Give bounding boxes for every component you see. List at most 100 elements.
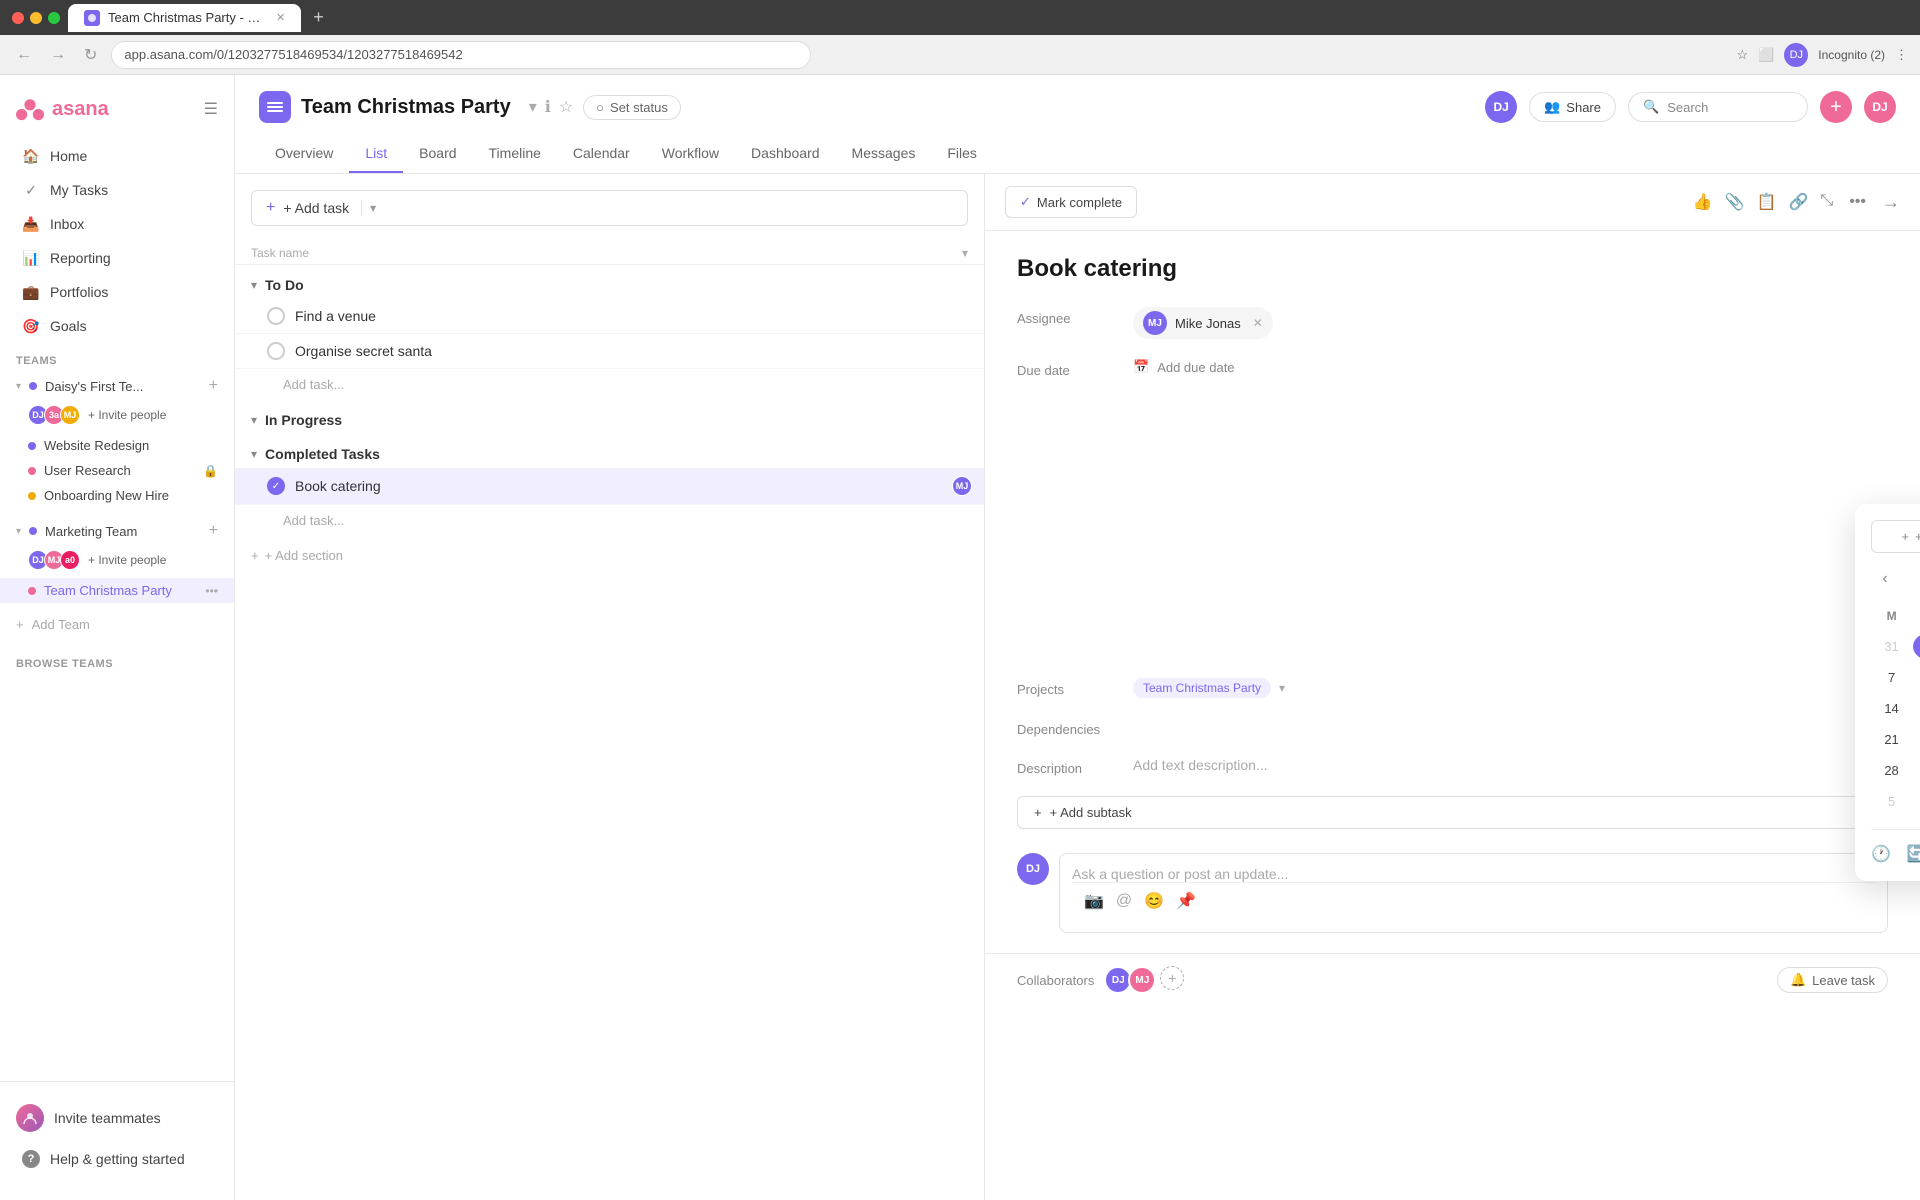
mark-complete-btn[interactable]: ✓ Mark complete	[1005, 186, 1137, 218]
cal-day-31[interactable]: 31	[1872, 632, 1911, 661]
forward-btn[interactable]: →	[46, 42, 70, 68]
bookmark-icon[interactable]: ☆	[1736, 47, 1748, 63]
search-btn[interactable]: 🔍 Search	[1628, 92, 1808, 122]
add-subtask-btn[interactable]: + + Add subtask	[1017, 796, 1888, 829]
expand-icon[interactable]: ⤡	[1820, 192, 1833, 212]
comment-mention-icon[interactable]: @	[1116, 892, 1132, 910]
team-item-daisy[interactable]: ▾ Daisy's First Te... +	[0, 371, 234, 401]
sort-icon[interactable]: ▾	[962, 246, 968, 260]
section-inprogress-header[interactable]: ▾ In Progress	[235, 400, 984, 434]
close-detail-icon[interactable]: →	[1882, 192, 1900, 213]
sidebar-nav-my-tasks[interactable]: ✓ My Tasks	[6, 173, 228, 207]
cal-day-8[interactable]: 8	[1913, 663, 1920, 692]
start-date-tab[interactable]: + + Start date	[1871, 520, 1920, 553]
team-item-marketing[interactable]: ▾ Marketing Team +	[0, 516, 234, 546]
task-row-catering[interactable]: ✓ Book catering MJ	[235, 468, 984, 505]
project-chip-christmas[interactable]: Team Christmas Party	[1133, 678, 1271, 698]
tab-board[interactable]: Board	[403, 135, 472, 173]
sidebar-menu-icon[interactable]: ☰	[204, 99, 218, 119]
maximize-window-btn[interactable]	[48, 12, 60, 24]
add-task-btn[interactable]: + + Add task ▾	[251, 190, 968, 226]
tab-files[interactable]: Files	[931, 135, 993, 173]
copy-icon[interactable]: 📋	[1757, 192, 1777, 212]
address-bar[interactable]: app.asana.com/0/1203277518469534/1203277…	[111, 41, 811, 69]
assignee-chip[interactable]: MJ Mike Jonas ✕	[1133, 307, 1273, 339]
cal-day-dec-5[interactable]: 5	[1872, 787, 1911, 816]
task-checkbox-catering[interactable]: ✓	[267, 477, 285, 495]
asana-logo[interactable]: asana	[16, 95, 109, 123]
help-btn[interactable]: ? Help & getting started	[6, 1142, 228, 1176]
project-dropdown-icon[interactable]: ▾	[529, 97, 537, 117]
add-task-todo-btn[interactable]: Add task...	[235, 369, 984, 400]
profile-icon[interactable]: DJ	[1784, 43, 1808, 67]
user-avatar-dj[interactable]: DJ	[1864, 91, 1896, 123]
invite-people-btn-daisy[interactable]: + Invite people	[88, 408, 166, 422]
set-status-btn[interactable]: ○ Set status	[583, 95, 681, 120]
invite-people-btn-marketing[interactable]: + Invite people	[88, 553, 166, 567]
minimize-window-btn[interactable]	[30, 12, 42, 24]
tab-dashboard[interactable]: Dashboard	[735, 135, 836, 173]
sidebar-nav-goals[interactable]: 🎯 Goals	[6, 309, 228, 343]
assignee-remove-btn[interactable]: ✕	[1253, 316, 1263, 330]
team-add-btn-daisy[interactable]: +	[209, 377, 218, 395]
tab-overview[interactable]: Overview	[259, 135, 349, 173]
comment-attachment-icon[interactable]: 📌	[1176, 891, 1196, 911]
detail-more-btn[interactable]: •••	[1849, 193, 1866, 211]
project-item-onboarding[interactable]: Onboarding New Hire	[0, 483, 234, 508]
project-menu-btn[interactable]	[259, 91, 291, 123]
project-more-icon[interactable]: •••	[205, 584, 218, 598]
add-task-dropdown-icon[interactable]: ▾	[361, 201, 376, 215]
cal-day-29[interactable]: 29	[1913, 756, 1920, 785]
user-avatar-header[interactable]: DJ	[1485, 91, 1517, 123]
collab-avatar-mj[interactable]: MJ	[1128, 966, 1156, 994]
cal-day-22[interactable]: 22	[1913, 725, 1920, 754]
calendar-prev-btn[interactable]: ‹	[1871, 565, 1899, 593]
clock-icon[interactable]: 🕐	[1871, 844, 1891, 864]
sidebar-nav-portfolios[interactable]: 💼 Portfolios	[6, 275, 228, 309]
tab-workflow[interactable]: Workflow	[646, 135, 735, 173]
section-todo-header[interactable]: ▾ To Do	[235, 265, 984, 299]
task-checkbox-santa[interactable]	[267, 342, 285, 360]
add-due-date-btn[interactable]: 📅 Add due date	[1133, 359, 1888, 375]
tab-messages[interactable]: Messages	[836, 135, 932, 173]
browser-menu-icon[interactable]: ⋮	[1895, 47, 1908, 63]
share-btn[interactable]: 👥 Share	[1529, 92, 1616, 122]
description-value[interactable]: Add text description...	[1133, 757, 1888, 773]
link-icon[interactable]: 🔗	[1788, 192, 1808, 212]
back-btn[interactable]: ←	[12, 42, 36, 68]
like-icon[interactable]: 👍	[1693, 192, 1713, 212]
cal-day-7[interactable]: 7	[1872, 663, 1911, 692]
add-section-btn[interactable]: + + Add section	[235, 536, 984, 575]
sidebar-nav-inbox[interactable]: 📥 Inbox	[6, 207, 228, 241]
task-row-venue[interactable]: Find a venue	[235, 299, 984, 334]
cal-day-15[interactable]: 15	[1913, 694, 1920, 723]
project-item-user-research[interactable]: User Research 🔒	[0, 458, 234, 483]
cal-day-1[interactable]: 1	[1913, 632, 1920, 661]
section-completed-header[interactable]: ▾ Completed Tasks	[235, 434, 984, 468]
tab-close-btn[interactable]: ✕	[276, 11, 285, 24]
task-row-santa[interactable]: Organise secret santa	[235, 334, 984, 369]
invite-teammates-btn[interactable]: Invite teammates	[0, 1094, 234, 1142]
project-item-christmas[interactable]: Team Christmas Party •••	[0, 578, 234, 603]
sidebar-nav-home[interactable]: 🏠 Home	[6, 139, 228, 173]
add-team-btn[interactable]: + Add Team	[0, 611, 234, 638]
add-task-completed-btn[interactable]: Add task...	[235, 505, 984, 536]
task-checkbox-venue[interactable]	[267, 307, 285, 325]
cal-day-14[interactable]: 14	[1872, 694, 1911, 723]
cal-day-21[interactable]: 21	[1872, 725, 1911, 754]
tab-calendar[interactable]: Calendar	[557, 135, 646, 173]
extension-icon[interactable]: ⬜	[1758, 47, 1774, 63]
tab-timeline[interactable]: Timeline	[473, 135, 557, 173]
comment-camera-icon[interactable]: 📷	[1084, 891, 1104, 911]
leave-task-btn[interactable]: 🔔 Leave task	[1777, 967, 1888, 993]
project-item-website-redesign[interactable]: Website Redesign	[0, 433, 234, 458]
add-task-quick-btn[interactable]: +	[1820, 91, 1852, 123]
projects-chevron-icon[interactable]: ▾	[1279, 681, 1285, 695]
cal-day-dec-6[interactable]: 6	[1913, 787, 1920, 816]
project-star-icon[interactable]: ☆	[559, 97, 573, 117]
browser-tab-active[interactable]: Team Christmas Party - Book c... ✕	[68, 4, 301, 32]
cal-day-28[interactable]: 28	[1872, 756, 1911, 785]
close-window-btn[interactable]	[12, 12, 24, 24]
new-tab-btn[interactable]: +	[313, 7, 324, 28]
attachment-icon[interactable]: 📎	[1725, 192, 1745, 212]
